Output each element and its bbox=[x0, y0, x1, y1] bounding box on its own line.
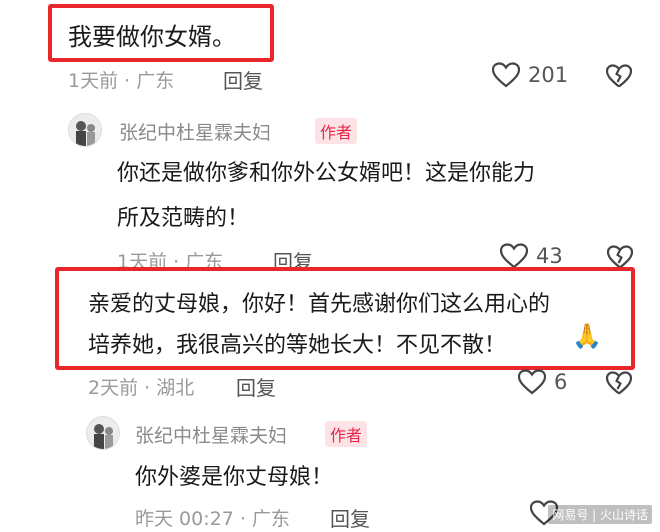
comment-1-meta: 1天前 · 广东 bbox=[68, 70, 175, 92]
comment-2-like-button[interactable]: 43 bbox=[500, 243, 563, 269]
comment-4-meta: 昨天 00:27 · 广东 bbox=[135, 508, 290, 530]
broken-heart-icon bbox=[606, 371, 632, 395]
comment-3-like-count: 6 bbox=[554, 370, 568, 394]
comment-2-username[interactable]: 张纪中杜星霖夫妇 bbox=[119, 118, 271, 145]
heart-icon bbox=[500, 243, 528, 269]
comment-1-text: 我要做你女婿。 bbox=[68, 23, 236, 51]
comment-3-text-line1: 亲爱的丈母娘，你好！首先感谢你们这么用心的 bbox=[88, 292, 551, 317]
broken-heart-icon bbox=[606, 64, 632, 88]
author-badge: 作者 bbox=[325, 421, 368, 447]
comment-3-like-button[interactable]: 6 bbox=[518, 369, 567, 395]
watermark: 网易号 | 火山诗话 bbox=[548, 505, 652, 524]
heart-icon bbox=[492, 62, 520, 88]
comment-3-text-line2: 培养她，我很高兴的等她长大！不见不散！ bbox=[88, 333, 507, 358]
comment-3-dislike-button[interactable] bbox=[606, 371, 632, 395]
avatar[interactable] bbox=[86, 416, 120, 450]
comment-1-like-button[interactable]: 201 bbox=[492, 62, 568, 88]
heart-icon bbox=[518, 369, 546, 395]
comment-4-text: 你外婆是你丈母娘！ bbox=[135, 465, 334, 490]
comment-2-text-line1: 你还是做你爹和你外公女婿吧！这是你能力 bbox=[117, 161, 536, 186]
comment-4-username[interactable]: 张纪中杜星霖夫妇 bbox=[135, 421, 287, 448]
comment-3-meta: 2天前 · 湖北 bbox=[88, 377, 195, 399]
comment-2-text-line2: 所及范畴的！ bbox=[117, 206, 250, 231]
comment-2-dislike-button[interactable] bbox=[607, 245, 633, 269]
author-badge: 作者 bbox=[315, 118, 358, 144]
comment-1-dislike-button[interactable] bbox=[606, 64, 632, 88]
comment-1-reply-button[interactable]: 回复 bbox=[223, 65, 263, 94]
pray-emoji: 🙏 bbox=[572, 322, 602, 350]
avatar[interactable] bbox=[68, 113, 102, 147]
comment-3-reply-button[interactable]: 回复 bbox=[236, 372, 276, 401]
comment-1-like-count: 201 bbox=[528, 63, 569, 87]
broken-heart-icon bbox=[607, 245, 633, 269]
comment-2-like-count: 43 bbox=[536, 244, 563, 268]
